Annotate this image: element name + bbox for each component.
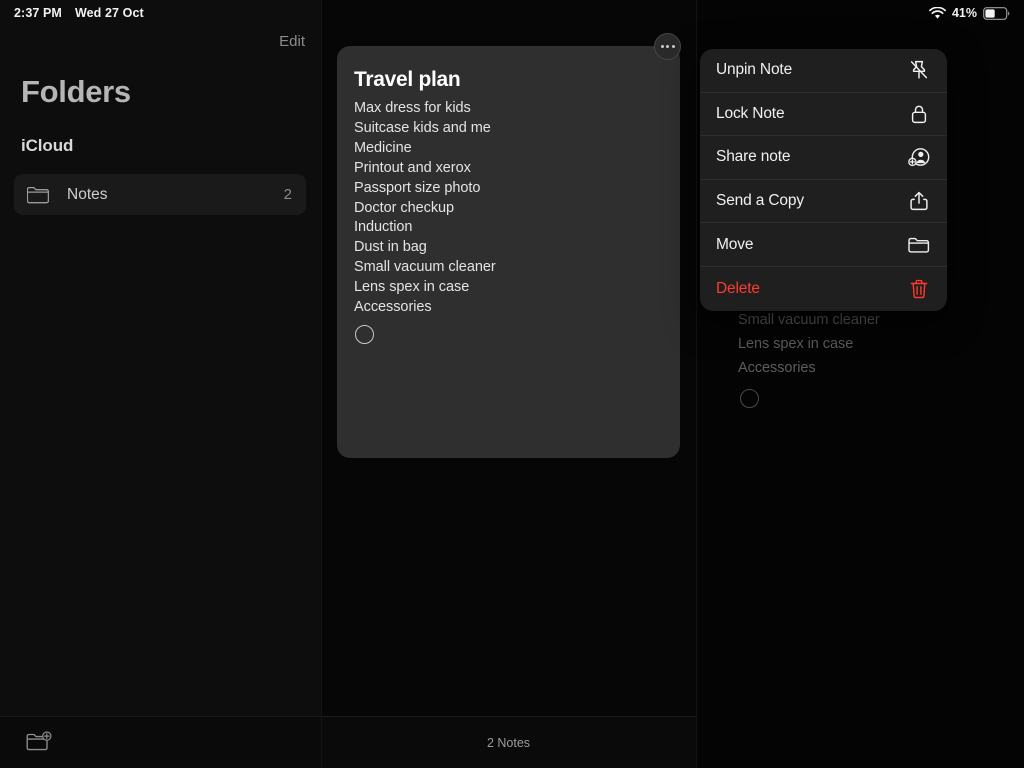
note-detail-body: Small vacuum cleaner Lens spex in case A… <box>738 308 1018 408</box>
folders-sidebar: Edit Folders iCloud Notes 2 <box>0 0 321 768</box>
sidebar-item-notes[interactable]: Notes 2 <box>14 174 306 215</box>
battery-icon <box>983 6 1010 20</box>
sidebar-toolbar <box>0 716 321 768</box>
folder-icon <box>908 237 930 253</box>
sidebar-item-count: 2 <box>283 186 292 203</box>
page-title: Folders <box>21 74 131 109</box>
trash-icon <box>910 279 928 298</box>
status-bar: 2:37 PM Wed 27 Oct 41% <box>0 0 1024 26</box>
menu-item-label: Send a Copy <box>716 192 804 210</box>
unchecked-circle-icon[interactable] <box>355 324 374 344</box>
status-date: Wed 27 Oct <box>74 6 144 20</box>
note-line: Max dress for kids <box>354 100 471 116</box>
note-context-menu: Unpin Note Lock Note Share note Send a C… <box>700 49 947 311</box>
notes-count-label: 2 Notes <box>486 735 531 750</box>
menu-item-move[interactable]: Move <box>700 223 947 267</box>
sidebar-item-label: Notes <box>67 185 108 203</box>
notes-list-column: Travel plan Max dress for kids Suitcase … <box>321 0 696 768</box>
more-options-button[interactable] <box>654 33 681 60</box>
lock-icon <box>911 105 927 124</box>
status-bar-right: 41% <box>929 6 1010 20</box>
ellipsis-dot <box>666 45 669 48</box>
edit-button[interactable]: Edit <box>279 33 305 50</box>
status-time: 2:37 PM <box>14 6 62 20</box>
note-line: Printout and xerox <box>354 159 471 176</box>
status-bar-left: 2:37 PM Wed 27 Oct <box>14 6 144 20</box>
ellipsis-dot <box>671 45 675 48</box>
menu-item-share-note[interactable]: Share note <box>700 136 947 180</box>
detail-divider <box>696 0 697 768</box>
note-line: Dust in bag <box>354 239 427 256</box>
menu-item-label: Unpin Note <box>716 61 793 79</box>
menu-item-label: Move <box>716 235 754 253</box>
pin-slash-icon <box>910 61 928 79</box>
notes-list-toolbar: 2 Notes <box>321 716 696 768</box>
person-add-icon <box>908 148 930 167</box>
menu-item-lock-note[interactable]: Lock Note <box>700 93 947 137</box>
folder-icon <box>27 186 49 203</box>
note-line: Accessories <box>354 299 432 316</box>
unchecked-circle-icon <box>740 389 759 408</box>
menu-item-send-a-copy[interactable]: Send a Copy <box>700 180 947 224</box>
ipad-notes-screen: 2:37 PM Wed 27 Oct 41% Edit Folders iClo… <box>0 0 1024 768</box>
note-line: Small vacuum cleaner <box>354 259 496 276</box>
menu-item-delete[interactable]: Delete <box>700 267 947 311</box>
note-body: Max dress for kids Suitcase kids and me … <box>354 99 662 318</box>
sidebar-divider <box>321 0 322 768</box>
note-line: Doctor checkup <box>354 199 455 216</box>
note-title: Travel plan <box>354 68 461 91</box>
new-folder-icon[interactable] <box>26 731 53 754</box>
menu-item-label: Lock Note <box>716 104 785 122</box>
ellipsis-dot <box>660 45 664 48</box>
note-line: Medicine <box>354 139 412 156</box>
note-line: Suitcase kids and me <box>354 119 491 136</box>
note-line: Induction <box>354 219 413 236</box>
battery-percentage: 41% <box>951 6 977 20</box>
note-line: Passport size photo <box>354 179 481 196</box>
detail-line: Small vacuum cleaner <box>738 312 880 328</box>
detail-line: Accessories <box>738 360 816 376</box>
section-header-icloud: iCloud <box>21 136 74 155</box>
note-card-travel-plan[interactable]: Travel plan Max dress for kids Suitcase … <box>337 46 680 458</box>
detail-line: Lens spex in case <box>738 336 854 352</box>
menu-item-label: Share note <box>716 148 791 166</box>
wifi-icon <box>929 6 946 19</box>
share-up-icon <box>910 191 928 211</box>
menu-item-label: Delete <box>716 279 760 297</box>
menu-item-unpin-note[interactable]: Unpin Note <box>700 49 947 93</box>
note-line: Lens spex in case <box>354 279 470 296</box>
